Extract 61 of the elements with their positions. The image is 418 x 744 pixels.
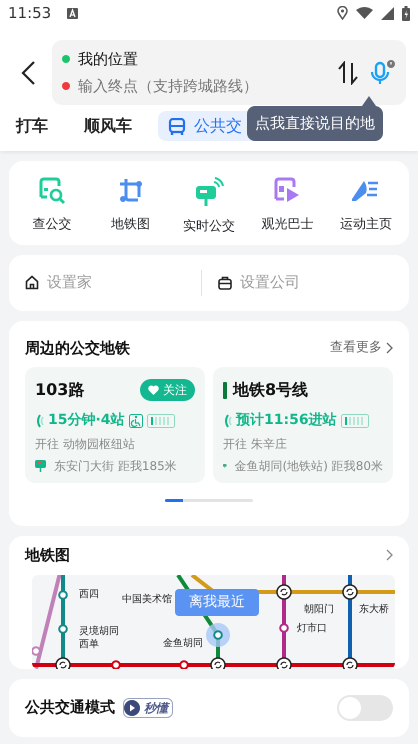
origin-dot: [62, 55, 70, 64]
direction-text: 开往 动物园枢纽站: [35, 436, 136, 453]
swap-button[interactable]: [338, 60, 358, 85]
origin-field[interactable]: 我的位置: [78, 48, 138, 70]
shortcut-button[interactable]: 查公交: [16, 177, 88, 236]
bus-stop-sign-icon: [194, 177, 224, 207]
video-badge[interactable]: 秒懂: [123, 698, 173, 718]
destination-field[interactable]: 输入终点（支持跨城路线）: [78, 74, 293, 97]
station-label: 东大桥: [359, 604, 389, 614]
shortcut-button[interactable]: 观光巴士: [251, 177, 324, 236]
wheelchair-icon: [128, 414, 143, 428]
shortcut-button[interactable]: 运动主页: [330, 177, 402, 236]
heart-icon: [148, 385, 159, 395]
chevron-right-icon: [386, 342, 393, 354]
more-link[interactable]: 查看更多: [330, 338, 393, 358]
stop-distance-text: 金鱼胡同(地铁站) 距我80米: [234, 458, 383, 475]
bus-search-icon: [37, 177, 68, 205]
line-name: 103路: [35, 379, 84, 401]
nearest-tooltip: 离我最近: [175, 588, 259, 616]
station-label: 中国美术馆: [122, 594, 172, 604]
keyboard-icon: [67, 8, 78, 18]
tab[interactable]: 顺风车: [74, 111, 142, 141]
transit-mode-toggle[interactable]: [337, 694, 393, 720]
chevron-right-icon[interactable]: [386, 549, 393, 562]
station-label: 金鱼胡同: [163, 638, 203, 648]
direction-text: 开往 朱辛庄: [223, 436, 288, 453]
station-label: 灵境胡同: [79, 626, 119, 636]
section-title: 地铁图: [25, 545, 70, 566]
line-card[interactable]: 地铁8号线 预计11:56进站 开往 朱辛庄 金鱼胡同(地铁站) 距我80米: [213, 367, 393, 483]
back-button[interactable]: [20, 60, 36, 86]
station-label: 朝阳门: [304, 604, 334, 614]
wifi-icon: [356, 7, 373, 19]
tab[interactable]: 打车: [6, 111, 58, 141]
station-label: 西四: [79, 588, 99, 600]
line-color-bar: [223, 382, 227, 398]
station-label: 西单: [79, 638, 99, 650]
section-title: 公共交通模式: [25, 697, 115, 718]
realtime-signal-icon: [223, 412, 232, 428]
realtime-signal-icon: [35, 412, 44, 428]
bus-icon: [168, 118, 186, 136]
microphone-button[interactable]: [370, 58, 396, 86]
shortcut-button[interactable]: 地铁图: [94, 177, 167, 236]
section-title: 周边的公交地铁: [25, 338, 130, 358]
line-card[interactable]: 103路 关注 15分钟·4站 开往 动物园枢纽站 东安门大街 距我185米: [25, 367, 205, 483]
status-time: 11:53: [8, 2, 52, 24]
battery-icon: [402, 6, 410, 20]
crowding-icon: [146, 414, 175, 428]
location-icon: [337, 6, 348, 20]
bus-stop-icon: [35, 460, 46, 472]
destination-dot: [62, 82, 70, 90]
signal-icon: [381, 6, 394, 20]
station-label: 灯市口: [297, 622, 327, 634]
stop-distance-text: 东安门大街 距我185米: [54, 458, 177, 475]
home-icon: [25, 275, 39, 290]
briefcase-icon: [218, 276, 232, 290]
line-name: 地铁8号线: [233, 379, 308, 401]
arrival-estimate: 预计11:56进站: [236, 411, 337, 430]
arrival-estimate: 15分钟·4站: [48, 411, 125, 430]
crowding-icon: [340, 414, 369, 428]
shortcut-button[interactable]: 实时公交: [172, 177, 245, 236]
voice-tooltip: 点我直接说目的地: [247, 106, 383, 140]
